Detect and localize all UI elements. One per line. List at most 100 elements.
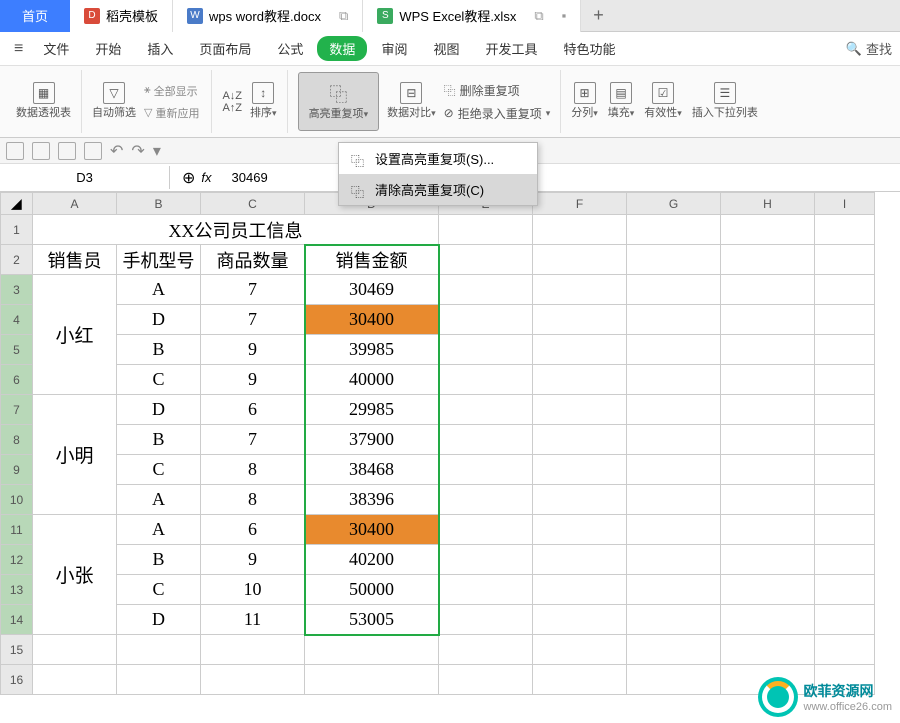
tool-insert-dropdown[interactable]: ☰ 插入下拉列表: [692, 82, 758, 120]
menu-search[interactable]: 🔍 查找: [846, 39, 892, 58]
empty-cell[interactable]: [305, 635, 439, 665]
column-header[interactable]: F: [533, 193, 627, 215]
qty-cell[interactable]: 9: [201, 365, 305, 395]
menu-devtools[interactable]: 开发工具: [473, 35, 549, 62]
empty-cell[interactable]: [439, 515, 533, 545]
empty-cell[interactable]: [721, 245, 815, 275]
empty-cell[interactable]: [815, 215, 875, 245]
tab-menu-icon[interactable]: ▪: [562, 8, 567, 23]
empty-cell[interactable]: [721, 305, 815, 335]
row-header[interactable]: 3: [1, 275, 33, 305]
empty-cell[interactable]: [439, 215, 533, 245]
sort-desc-icon[interactable]: A↑Z: [222, 102, 242, 114]
undo-icon[interactable]: ↶: [110, 141, 123, 161]
sort-asc-icon[interactable]: A↓Z: [222, 90, 242, 102]
row-header[interactable]: 7: [1, 395, 33, 425]
empty-cell[interactable]: [439, 545, 533, 575]
dropdown-clear-highlight[interactable]: ⿻ 清除高亮重复项(C): [339, 174, 537, 205]
model-cell[interactable]: C: [117, 575, 201, 605]
empty-cell[interactable]: [533, 335, 627, 365]
empty-cell[interactable]: [533, 605, 627, 635]
select-all-corner[interactable]: ◢: [1, 193, 33, 215]
amount-cell[interactable]: 38396: [305, 485, 439, 515]
tool-reject-dup[interactable]: ⊘拒绝录入重复项▾: [444, 103, 551, 124]
redo-icon[interactable]: ↷: [131, 141, 144, 161]
empty-cell[interactable]: [533, 575, 627, 605]
model-cell[interactable]: C: [117, 455, 201, 485]
empty-cell[interactable]: [533, 275, 627, 305]
empty-cell[interactable]: [439, 275, 533, 305]
row-header[interactable]: 2: [1, 245, 33, 275]
row-header[interactable]: 9: [1, 455, 33, 485]
qty-cell[interactable]: 8: [201, 485, 305, 515]
empty-cell[interactable]: [533, 455, 627, 485]
menu-review[interactable]: 审阅: [369, 35, 419, 62]
tool-highlight-dup[interactable]: ⿻ 高亮重复项▾: [298, 72, 380, 130]
empty-cell[interactable]: [439, 365, 533, 395]
save-icon[interactable]: [32, 142, 50, 160]
qty-cell[interactable]: 8: [201, 455, 305, 485]
qty-cell[interactable]: 9: [201, 335, 305, 365]
amount-cell[interactable]: 50000: [305, 575, 439, 605]
empty-cell[interactable]: [627, 515, 721, 545]
tab-template[interactable]: D 稻壳模板: [70, 0, 173, 32]
tab-word-doc[interactable]: W wps word教程.docx ⧉: [173, 0, 363, 32]
column-header[interactable]: I: [815, 193, 875, 215]
empty-cell[interactable]: [533, 515, 627, 545]
row-header[interactable]: 10: [1, 485, 33, 515]
empty-cell[interactable]: [815, 335, 875, 365]
empty-cell[interactable]: [627, 395, 721, 425]
zoom-icon[interactable]: ⊕: [182, 168, 195, 188]
empty-cell[interactable]: [815, 515, 875, 545]
column-header[interactable]: A: [33, 193, 117, 215]
empty-cell[interactable]: [627, 455, 721, 485]
menu-view[interactable]: 视图: [421, 35, 471, 62]
empty-cell[interactable]: [439, 245, 533, 275]
empty-cell[interactable]: [721, 335, 815, 365]
empty-cell[interactable]: [627, 305, 721, 335]
row-header[interactable]: 8: [1, 425, 33, 455]
formula-input[interactable]: 30469: [224, 170, 276, 185]
model-cell[interactable]: A: [117, 485, 201, 515]
empty-cell[interactable]: [815, 485, 875, 515]
qty-cell[interactable]: 10: [201, 575, 305, 605]
tool-compare[interactable]: ⊟ 数据对比▾: [387, 82, 436, 120]
empty-cell[interactable]: [627, 485, 721, 515]
salesperson-cell[interactable]: 小明: [33, 395, 117, 515]
empty-cell[interactable]: [815, 365, 875, 395]
empty-cell[interactable]: [201, 635, 305, 665]
amount-cell[interactable]: 40000: [305, 365, 439, 395]
empty-cell[interactable]: [815, 575, 875, 605]
row-header[interactable]: 1: [1, 215, 33, 245]
empty-cell[interactable]: [721, 365, 815, 395]
menu-data[interactable]: 数据: [317, 36, 367, 61]
tool-sort[interactable]: ↕ 排序▾: [250, 82, 277, 120]
cell-reference-input[interactable]: D3: [0, 166, 170, 189]
empty-cell[interactable]: [627, 365, 721, 395]
empty-cell[interactable]: [201, 665, 305, 695]
qty-cell[interactable]: 7: [201, 305, 305, 335]
menu-features[interactable]: 特色功能: [551, 35, 627, 62]
empty-cell[interactable]: [439, 605, 533, 635]
menu-file[interactable]: 文件: [31, 35, 81, 62]
empty-cell[interactable]: [117, 635, 201, 665]
amount-cell[interactable]: 37900: [305, 425, 439, 455]
tool-reapply[interactable]: ▽重新应用: [142, 103, 201, 123]
row-header[interactable]: 5: [1, 335, 33, 365]
model-cell[interactable]: B: [117, 335, 201, 365]
header-cell[interactable]: 销售员: [33, 245, 117, 275]
menu-insert[interactable]: 插入: [135, 35, 185, 62]
header-cell[interactable]: 商品数量: [201, 245, 305, 275]
empty-cell[interactable]: [721, 395, 815, 425]
amount-cell[interactable]: 53005: [305, 605, 439, 635]
empty-cell[interactable]: [815, 275, 875, 305]
empty-cell[interactable]: [627, 665, 721, 695]
model-cell[interactable]: A: [117, 515, 201, 545]
empty-cell[interactable]: [117, 665, 201, 695]
empty-cell[interactable]: [721, 545, 815, 575]
qty-cell[interactable]: 11: [201, 605, 305, 635]
empty-cell[interactable]: [439, 395, 533, 425]
qty-cell[interactable]: 6: [201, 515, 305, 545]
empty-cell[interactable]: [721, 215, 815, 245]
empty-cell[interactable]: [439, 335, 533, 365]
